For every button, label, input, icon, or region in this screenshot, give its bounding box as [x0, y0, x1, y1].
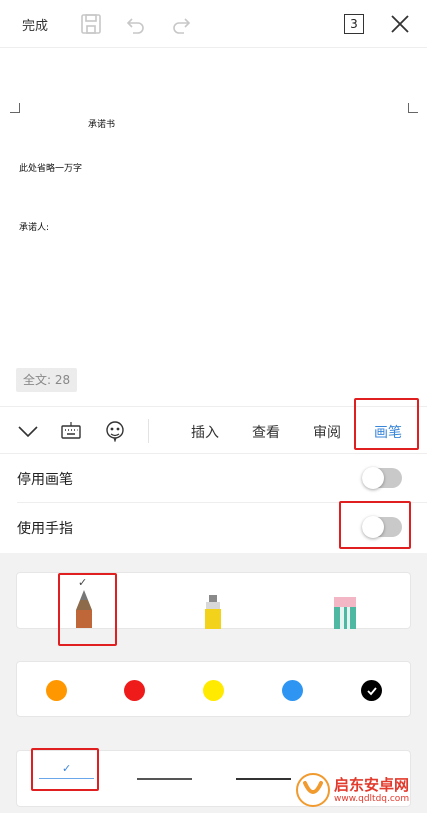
highlight-box: [339, 501, 411, 549]
redo-icon[interactable]: [169, 12, 193, 36]
eraser-icon[interactable]: [333, 595, 357, 629]
use-finger-label: 使用手指: [17, 521, 73, 537]
disable-pen-label: 停用画笔: [17, 472, 73, 488]
document-signer: 承诺人:: [19, 223, 50, 233]
save-icon[interactable]: [79, 12, 103, 36]
highlight-box: [58, 573, 117, 646]
done-button[interactable]: 完成: [22, 15, 48, 34]
word-count-badge: 全文: 28: [16, 368, 78, 392]
highlight-box: [31, 748, 99, 791]
toggle-knob: [362, 467, 384, 489]
tab-insert[interactable]: 插入: [191, 422, 219, 442]
emoji-icon[interactable]: [103, 419, 127, 443]
tab-review[interactable]: 审阅: [313, 422, 341, 442]
document-body: 此处省略一万字: [19, 164, 83, 174]
disable-pen-toggle[interactable]: [362, 467, 402, 489]
line-width-medium[interactable]: [137, 778, 192, 780]
page-count-badge[interactable]: 3: [344, 14, 364, 34]
highlighter-icon[interactable]: [203, 593, 223, 629]
color-red[interactable]: [124, 680, 145, 701]
document-title: 承诺书: [88, 120, 116, 130]
page-corner-mark: [10, 103, 20, 113]
collapse-chevron-icon[interactable]: [16, 419, 40, 443]
color-black[interactable]: [361, 680, 382, 701]
undo-icon[interactable]: [124, 12, 148, 36]
close-icon[interactable]: [388, 12, 412, 36]
line-width-thick[interactable]: [236, 778, 291, 780]
keyboard-icon[interactable]: [59, 419, 83, 443]
page-corner-mark: [408, 103, 418, 113]
document-canvas[interactable]: 承诺书 此处省略一万字 承诺人: 全文: 28: [0, 48, 427, 406]
top-bar: 完成 3: [0, 0, 427, 48]
color-card: [16, 661, 411, 717]
selected-check-icon: [366, 686, 377, 695]
color-blue[interactable]: [282, 680, 303, 701]
toolbar-separator: [148, 419, 149, 443]
highlight-box: [354, 398, 419, 450]
watermark-logo-icon: [296, 773, 330, 807]
disable-pen-row: 停用画笔: [0, 454, 427, 504]
color-yellow[interactable]: [203, 680, 224, 701]
tab-view[interactable]: 查看: [252, 422, 280, 442]
watermark-url: www.qdltdq.com: [334, 793, 410, 804]
site-watermark: 启东安卓网 www.qdltdq.com: [296, 770, 424, 810]
watermark-title: 启东安卓网: [334, 775, 410, 794]
color-orange[interactable]: [46, 680, 67, 701]
